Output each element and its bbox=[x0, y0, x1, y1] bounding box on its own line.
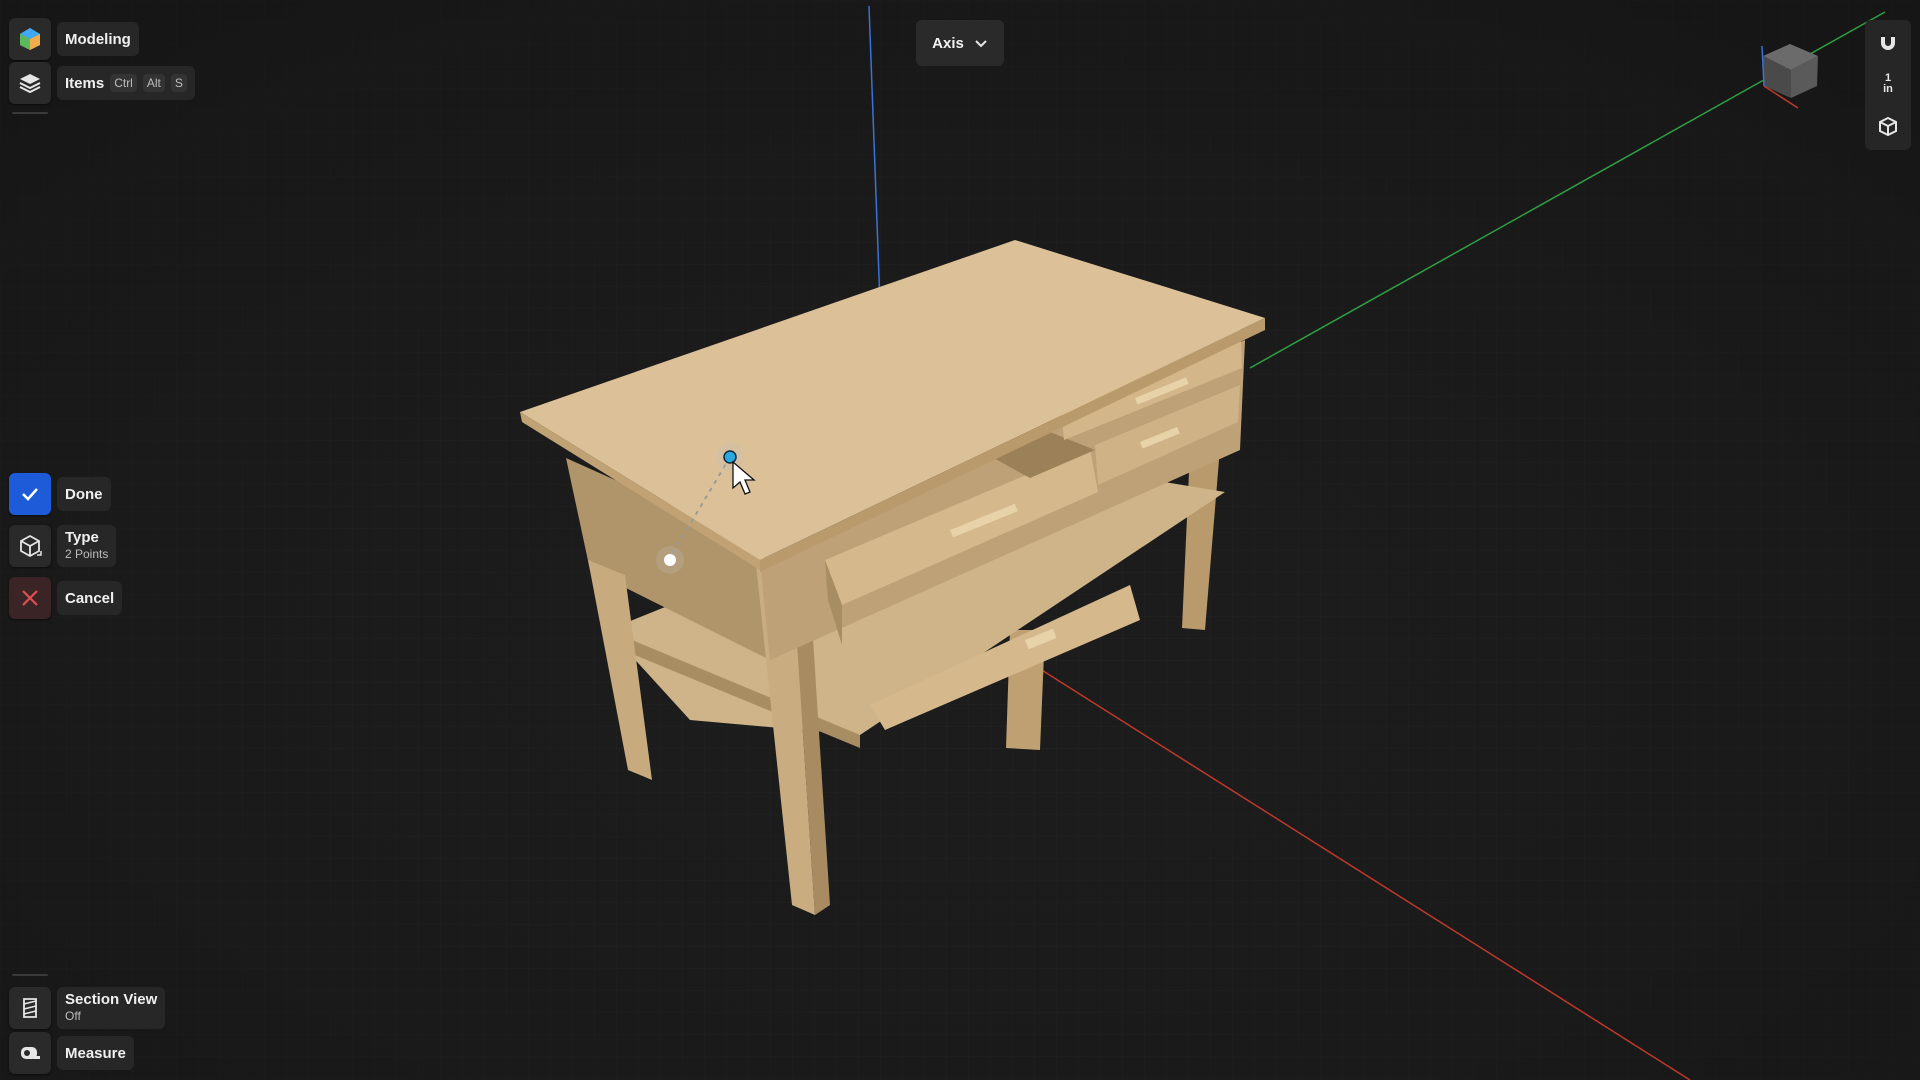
type-button[interactable] bbox=[9, 525, 51, 567]
section-view-value: Off bbox=[65, 1009, 81, 1023]
type-label-box[interactable]: Type 2 Points bbox=[57, 525, 117, 567]
modeling-button[interactable] bbox=[9, 18, 51, 60]
measure-label-box[interactable]: Measure bbox=[57, 1036, 134, 1070]
grid-unit-button[interactable]: 1 in bbox=[1865, 64, 1911, 104]
check-icon bbox=[22, 488, 38, 501]
grid-unit-label: in bbox=[1883, 83, 1893, 95]
done-label: Done bbox=[65, 485, 103, 503]
modeling-hexagon-icon bbox=[20, 28, 40, 50]
mode-label: Modeling bbox=[65, 30, 131, 48]
section-view-icon bbox=[23, 998, 37, 1018]
done-button[interactable] bbox=[9, 473, 51, 515]
measure-button[interactable] bbox=[9, 1032, 51, 1074]
cancel-button[interactable] bbox=[9, 577, 51, 619]
items-label-box[interactable]: Items Ctrl Alt S bbox=[57, 66, 195, 100]
cancel-label-box[interactable]: Cancel bbox=[57, 581, 123, 615]
measure-point-start[interactable] bbox=[664, 554, 676, 566]
type-label: Type bbox=[65, 529, 99, 546]
section-view-button[interactable] bbox=[9, 987, 51, 1029]
cube-icon bbox=[20, 534, 42, 558]
perspective-cube-icon bbox=[1879, 116, 1897, 137]
shortcut-key-s: S bbox=[170, 74, 187, 92]
items-label: Items bbox=[65, 74, 105, 92]
chevron-down-icon bbox=[975, 40, 987, 48]
layers-icon bbox=[19, 74, 41, 94]
done-label-box[interactable]: Done bbox=[57, 477, 111, 511]
tape-measure-icon bbox=[21, 1047, 40, 1059]
close-icon bbox=[22, 590, 38, 606]
items-button[interactable] bbox=[9, 62, 51, 104]
measure-point-end[interactable] bbox=[723, 450, 737, 464]
right-toolbar: 1 in bbox=[1865, 20, 1911, 150]
mode-label-box[interactable]: Modeling bbox=[57, 22, 139, 56]
3d-viewport[interactable] bbox=[0, 0, 1920, 1080]
section-view-label-box[interactable]: Section View Off bbox=[57, 987, 166, 1029]
axis-dropdown[interactable]: Axis bbox=[916, 20, 1004, 66]
shortcut-key-ctrl: Ctrl bbox=[110, 74, 137, 92]
shortcut-key-alt: Alt bbox=[142, 74, 165, 92]
section-view-label: Section View bbox=[65, 991, 158, 1008]
axis-dropdown-value: Axis bbox=[932, 34, 964, 52]
cancel-label: Cancel bbox=[65, 589, 115, 607]
snap-magnet-button[interactable] bbox=[1865, 22, 1911, 62]
bottom-divider bbox=[12, 974, 48, 976]
view-mode-button[interactable] bbox=[1865, 106, 1911, 146]
measure-label: Measure bbox=[65, 1044, 126, 1062]
magnet-icon bbox=[1881, 34, 1895, 50]
toolbar-divider bbox=[12, 112, 48, 114]
type-value: 2 Points bbox=[65, 547, 109, 561]
